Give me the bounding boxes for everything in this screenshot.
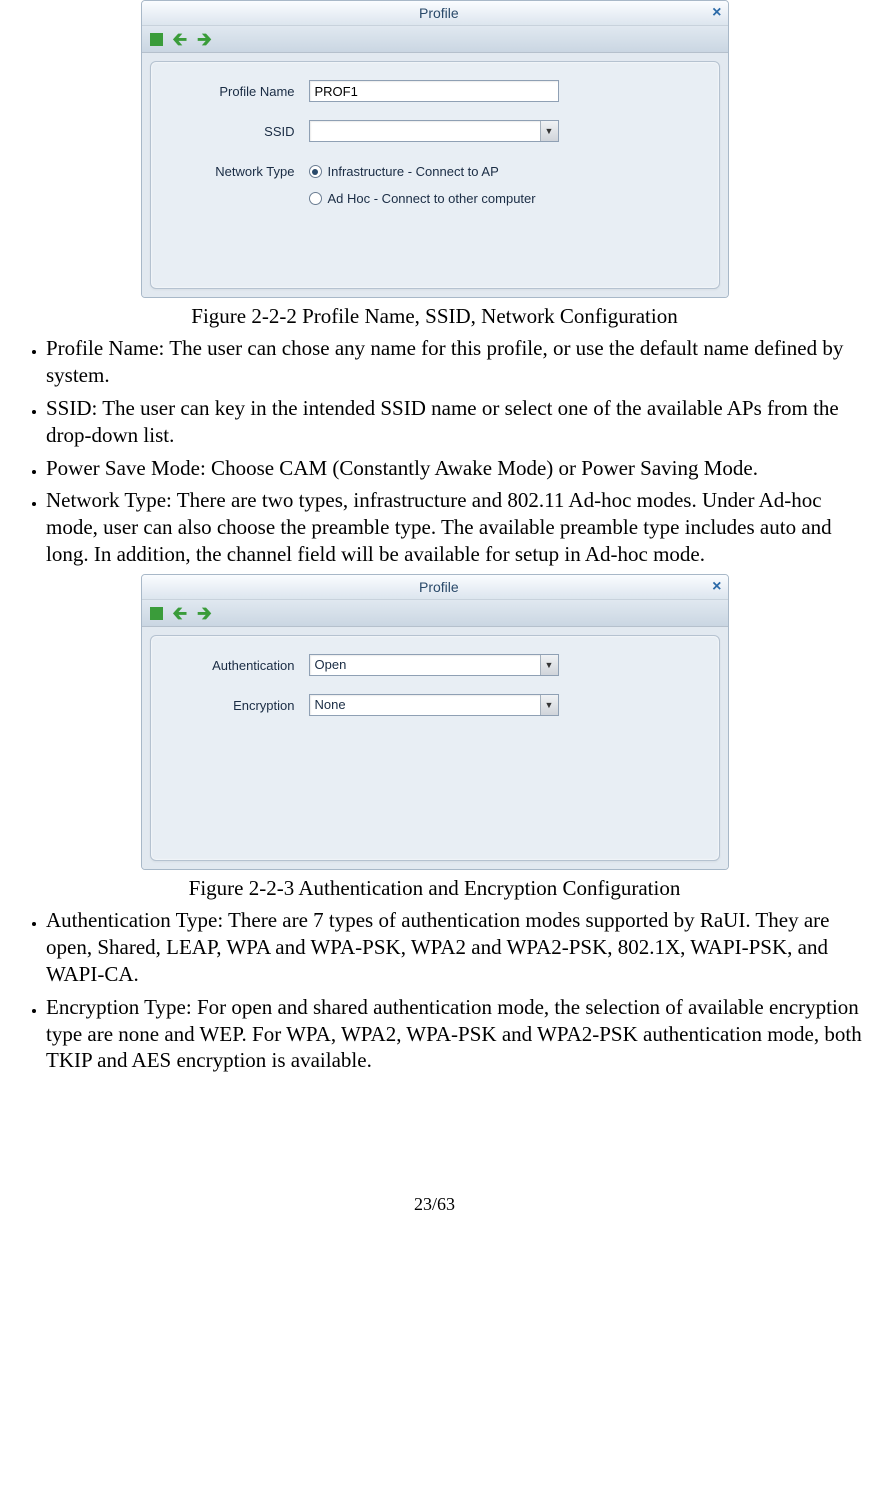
settings-panel: Profile Name SSID ▼ Network Type Infrast… <box>150 61 720 289</box>
toolbar: 🡰 🡲 <box>142 600 728 627</box>
radio-label: Infrastructure - Connect to AP <box>328 164 499 179</box>
list-item: Profile Name: The user can chose any nam… <box>46 335 865 389</box>
chevron-down-icon[interactable]: ▼ <box>540 695 558 715</box>
page-number: 23/63 <box>0 1194 869 1215</box>
list-item: Network Type: There are two types, infra… <box>46 487 865 568</box>
authentication-value: Open <box>310 655 540 675</box>
dialog-body: Authentication Open ▼ Encryption None ▼ <box>142 627 728 869</box>
encryption-combo[interactable]: None ▼ <box>309 694 559 716</box>
dialog-title: Profile <box>166 579 713 595</box>
profile-name-input[interactable] <box>309 80 559 102</box>
back-arrow-icon[interactable]: 🡰 <box>173 604 188 622</box>
titlebar: Profile × <box>142 575 728 600</box>
back-arrow-icon[interactable]: 🡰 <box>173 30 188 48</box>
radio-infrastructure[interactable]: Infrastructure - Connect to AP <box>309 164 536 179</box>
list-item: SSID: The user can key in the intended S… <box>46 395 865 449</box>
network-type-label: Network Type <box>169 164 309 179</box>
forward-arrow-icon[interactable]: 🡲 <box>197 604 212 622</box>
figure-caption-1: Figure 2-2-2 Profile Name, SSID, Network… <box>0 304 869 329</box>
row-profile-name: Profile Name <box>169 80 701 102</box>
row-network-type: Network Type Infrastructure - Connect to… <box>169 164 701 206</box>
close-icon[interactable]: × <box>712 578 721 596</box>
ssid-value <box>310 121 540 141</box>
list-item: Encryption Type: For open and shared aut… <box>46 994 865 1075</box>
dialog-title: Profile <box>166 5 713 21</box>
toolbar: 🡰 🡲 <box>142 26 728 53</box>
dialog-body: Profile Name SSID ▼ Network Type Infrast… <box>142 53 728 297</box>
row-authentication: Authentication Open ▼ <box>169 654 701 676</box>
bullet-list-2: Authentication Type: There are 7 types o… <box>4 907 865 1074</box>
radio-label: Ad Hoc - Connect to other computer <box>328 191 536 206</box>
bullet-list-1: Profile Name: The user can chose any nam… <box>4 335 865 568</box>
profile-name-label: Profile Name <box>169 84 309 99</box>
authentication-combo[interactable]: Open ▼ <box>309 654 559 676</box>
authentication-label: Authentication <box>169 658 309 673</box>
network-type-group: Infrastructure - Connect to AP Ad Hoc - … <box>309 164 536 206</box>
forward-arrow-icon[interactable]: 🡲 <box>197 30 212 48</box>
row-ssid: SSID ▼ <box>169 120 701 142</box>
radio-adhoc[interactable]: Ad Hoc - Connect to other computer <box>309 191 536 206</box>
row-encryption: Encryption None ▼ <box>169 694 701 716</box>
encryption-value: None <box>310 695 540 715</box>
titlebar: Profile × <box>142 1 728 26</box>
ssid-label: SSID <box>169 124 309 139</box>
close-icon[interactable]: × <box>712 4 721 22</box>
list-item: Power Save Mode: Choose CAM (Constantly … <box>46 455 865 482</box>
radio-icon <box>309 165 322 178</box>
chevron-down-icon[interactable]: ▼ <box>540 655 558 675</box>
profile-dialog-2: Profile × 🡰 🡲 Authentication Open ▼ Encr… <box>141 574 729 870</box>
list-item: Authentication Type: There are 7 types o… <box>46 907 865 988</box>
profile-dialog-1: Profile × 🡰 🡲 Profile Name SSID ▼ Networ… <box>141 0 729 298</box>
radio-icon <box>309 192 322 205</box>
settings-panel: Authentication Open ▼ Encryption None ▼ <box>150 635 720 861</box>
figure-caption-2: Figure 2-2-3 Authentication and Encrypti… <box>0 876 869 901</box>
stop-icon[interactable] <box>150 607 163 620</box>
stop-icon[interactable] <box>150 33 163 46</box>
encryption-label: Encryption <box>169 698 309 713</box>
ssid-combo[interactable]: ▼ <box>309 120 559 142</box>
chevron-down-icon[interactable]: ▼ <box>540 121 558 141</box>
